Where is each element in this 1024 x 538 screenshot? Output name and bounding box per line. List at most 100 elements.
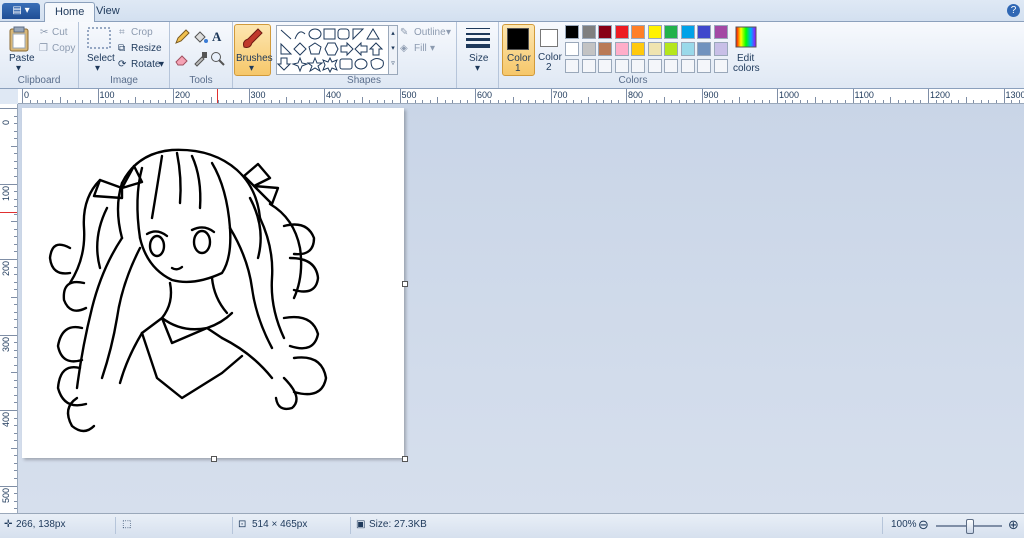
palette-custom-swatch[interactable] xyxy=(598,59,612,73)
ruler-tick xyxy=(14,380,17,381)
palette-color-swatch[interactable] xyxy=(714,42,728,56)
palette-color-swatch[interactable] xyxy=(565,25,579,39)
ruler-tick xyxy=(822,100,823,103)
ruler-tick xyxy=(14,501,17,502)
size-icon[interactable] xyxy=(466,26,490,48)
palette-color-swatch[interactable] xyxy=(681,42,695,56)
ruler-tick xyxy=(14,244,17,245)
ruler-tick xyxy=(82,100,83,103)
crop-icon: ⌗ xyxy=(119,27,125,38)
clipboard-group-label: Clipboard xyxy=(0,75,78,86)
size-group: Size ▾ xyxy=(458,22,499,88)
palette-custom-swatch[interactable] xyxy=(615,59,629,73)
paste-button[interactable]: Paste xyxy=(9,53,35,64)
palette-color-swatch[interactable] xyxy=(648,42,662,56)
palette-color-swatch[interactable] xyxy=(631,25,645,39)
outline-button[interactable]: Outline xyxy=(414,27,446,38)
ruler-tick xyxy=(14,116,17,117)
palette-color-swatch[interactable] xyxy=(681,25,695,39)
palette-color-swatch[interactable] xyxy=(582,42,596,56)
shapes-gallery[interactable] xyxy=(276,25,390,75)
ruler-tick xyxy=(543,100,544,103)
pencil-icon[interactable] xyxy=(174,29,190,45)
size-dropdown-icon[interactable]: ▾ xyxy=(475,63,480,74)
rotate-dropdown-icon[interactable]: ▾ xyxy=(159,59,164,70)
palette-color-swatch[interactable] xyxy=(697,25,711,39)
select-dropdown-icon[interactable]: ▾ xyxy=(95,63,100,74)
color2-button[interactable]: Color 2 xyxy=(536,24,564,74)
cut-button[interactable]: Cut xyxy=(52,27,68,38)
palette-custom-swatch[interactable] xyxy=(582,59,596,73)
select-icon[interactable] xyxy=(87,27,111,49)
palette-color-swatch[interactable] xyxy=(697,42,711,56)
palette-custom-swatch[interactable] xyxy=(631,59,645,73)
brushes-button[interactable]: Brushes ▾ xyxy=(234,24,271,76)
fill-button[interactable]: Fill xyxy=(414,43,427,54)
eraser-icon[interactable] xyxy=(174,51,190,67)
help-icon[interactable]: ? xyxy=(1007,4,1020,17)
canvas-resize-handle-right[interactable] xyxy=(402,281,408,287)
fill-dropdown-icon[interactable]: ▾ xyxy=(430,43,435,54)
palette-color-swatch[interactable] xyxy=(615,25,629,39)
ruler-tick xyxy=(196,100,197,103)
palette-color-swatch[interactable] xyxy=(648,25,662,39)
ruler-tick xyxy=(165,100,166,103)
ruler-tick xyxy=(853,89,854,103)
palette-custom-swatch[interactable] xyxy=(681,59,695,73)
select-button[interactable]: Select xyxy=(87,53,115,64)
brushes-dropdown-icon: ▾ xyxy=(249,63,254,74)
palette-color-swatch[interactable] xyxy=(565,42,579,56)
color1-number: 1 xyxy=(515,63,521,74)
palette-color-swatch[interactable] xyxy=(615,42,629,56)
canvas-resize-handle-corner[interactable] xyxy=(402,456,408,462)
ruler-tick xyxy=(807,100,808,103)
ruler-tick xyxy=(75,100,76,103)
ruler-label: 0 xyxy=(1,120,11,125)
palette-custom-swatch[interactable] xyxy=(697,59,711,73)
text-tool-icon[interactable]: A xyxy=(212,29,221,45)
edit-colors-icon[interactable] xyxy=(735,26,757,48)
copy-button[interactable]: Copy xyxy=(52,43,75,54)
drawing-canvas[interactable] xyxy=(22,108,404,458)
ruler-tick xyxy=(14,131,17,132)
zoom-slider-thumb[interactable] xyxy=(966,519,974,534)
color1-swatch xyxy=(507,28,529,50)
shape-glyphs xyxy=(277,26,389,74)
fill-bucket-icon[interactable] xyxy=(192,29,208,45)
ruler-label: 0 xyxy=(24,90,29,100)
tab-view[interactable]: View xyxy=(86,2,130,21)
ruler-tick xyxy=(0,486,17,487)
resize-button[interactable]: Resize xyxy=(131,43,162,54)
palette-color-swatch[interactable] xyxy=(664,25,678,39)
paste-dropdown-icon[interactable]: ▾ xyxy=(16,63,21,74)
color2-number: 2 xyxy=(546,62,552,73)
color-picker-icon[interactable] xyxy=(192,51,208,67)
canvas-resize-handle-bottom[interactable] xyxy=(211,456,217,462)
palette-color-swatch[interactable] xyxy=(631,42,645,56)
ruler-tick xyxy=(14,440,17,441)
ruler-tick xyxy=(294,100,295,103)
palette-custom-swatch[interactable] xyxy=(648,59,662,73)
palette-color-swatch[interactable] xyxy=(664,42,678,56)
ruler-tick xyxy=(14,274,17,275)
magnifier-icon[interactable] xyxy=(210,51,226,67)
palette-custom-swatch[interactable] xyxy=(664,59,678,73)
palette-color-swatch[interactable] xyxy=(582,25,596,39)
palette-color-swatch[interactable] xyxy=(598,25,612,39)
shapes-scroll[interactable]: ▴▾▿ xyxy=(388,25,398,75)
crop-button[interactable]: Crop xyxy=(131,27,153,38)
color1-button[interactable]: Color 1 xyxy=(502,24,535,76)
ruler-tick xyxy=(407,100,408,103)
zoom-out-icon[interactable]: ⊖ xyxy=(918,517,929,533)
ruler-tick xyxy=(732,100,733,103)
palette-color-swatch[interactable] xyxy=(714,25,728,39)
paste-icon[interactable] xyxy=(8,26,30,52)
rotate-button[interactable]: Rotate xyxy=(131,59,160,70)
palette-color-swatch[interactable] xyxy=(598,42,612,56)
zoom-in-icon[interactable]: ⊕ xyxy=(1008,517,1019,533)
outline-dropdown-icon[interactable]: ▾ xyxy=(446,27,451,38)
palette-custom-swatch[interactable] xyxy=(714,59,728,73)
palette-custom-swatch[interactable] xyxy=(565,59,579,73)
ruler-tick xyxy=(868,100,869,103)
application-menu-button[interactable]: ▤ ▾ xyxy=(2,3,40,19)
